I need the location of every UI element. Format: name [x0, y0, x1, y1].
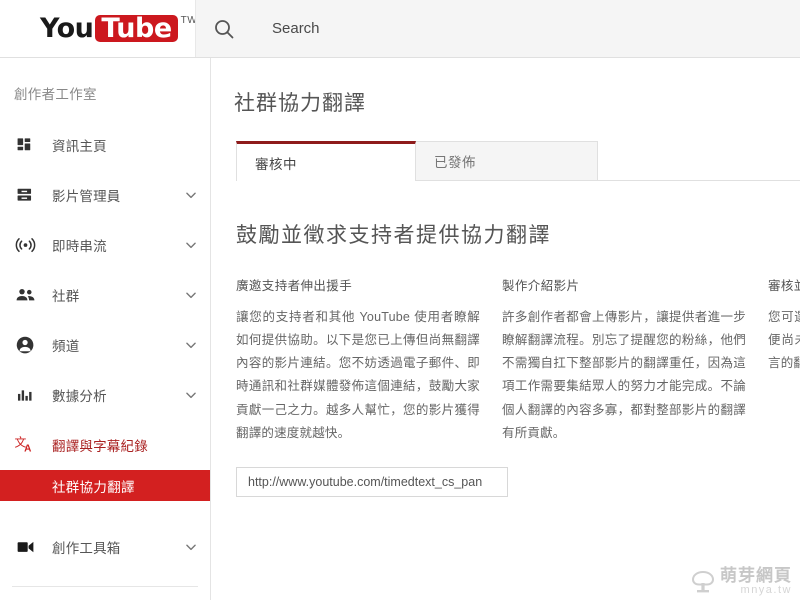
column-body: 您可選擇自動發佈通過審核的翻譯結果 (即便尚未達到您的標準)，為內容加上更多語言… — [768, 310, 800, 371]
sidebar-item-channel[interactable]: 頻道 — [0, 320, 210, 370]
tab-label: 已發佈 — [434, 155, 476, 170]
sidebar-item-label: 翻譯與字幕紀錄 — [52, 439, 148, 454]
column-title: 審核並發佈 — [768, 279, 800, 293]
live-stream-icon — [12, 232, 38, 258]
main-content: 社群協力翻譯 審核中 已發佈 鼓勵並徵求支持者提供協力翻譯 廣邀支持者伸出援手 … — [212, 58, 800, 600]
video-manager-icon — [12, 182, 38, 208]
chevron-down-icon[interactable] — [184, 540, 198, 554]
sidebar-item-label: 影片管理員 — [52, 189, 121, 204]
tab-label: 審核中 — [255, 156, 297, 172]
search-input[interactable]: Search — [272, 20, 320, 37]
logo-tube-text: Tube — [95, 15, 178, 42]
page-title: 社群協力翻譯 — [234, 92, 366, 115]
sidebar-item-label: 創作工具箱 — [52, 541, 121, 556]
sidebar-item-live-stream[interactable]: 即時串流 — [0, 220, 210, 270]
column-body: 許多創作者都會上傳影片，讓提供者進一步瞭解翻譯流程。別忘了提醒您的粉絲，他們不需… — [502, 310, 746, 440]
chevron-down-icon[interactable] — [184, 238, 198, 252]
top-bar: You Tube TW Search — [0, 0, 800, 58]
sidebar-item-dashboard[interactable]: 資訊主頁 — [0, 120, 210, 170]
sidebar-item-video-manager[interactable]: 影片管理員 — [0, 170, 210, 220]
info-columns: 廣邀支持者伸出援手 讓您的支持者和其他 YouTube 使用者瞭解如何提供協助。… — [236, 275, 800, 445]
search-icon[interactable] — [212, 17, 236, 41]
sidebar-divider — [12, 586, 198, 587]
share-url-value: http://www.youtube.com/timedtext_cs_pan — [248, 474, 483, 489]
sidebar-item-label: 社群 — [52, 289, 80, 304]
sidebar-item-creator-toolbox[interactable]: 創作工具箱 — [0, 522, 210, 572]
sidebar-item-label: 數據分析 — [52, 389, 107, 404]
chevron-down-icon[interactable] — [184, 388, 198, 402]
logo-you-text: You — [40, 13, 94, 44]
sidebar-item-analytics[interactable]: 數據分析 — [0, 370, 210, 420]
tab-bar: 審核中 已發佈 — [236, 141, 800, 181]
sidebar: 創作者工作室 資訊主頁 影片管理員 即時串流 社群 頻道 數據分析 文 A 翻譯… — [0, 58, 211, 600]
chevron-down-icon[interactable] — [184, 338, 198, 352]
sidebar-item-label: 即時串流 — [52, 239, 107, 254]
svg-text:A: A — [24, 443, 32, 454]
chevron-down-icon[interactable] — [184, 188, 198, 202]
youtube-creator-studio-page: You Tube TW Search 創作者工作室 資訊主頁 影片管理員 即時串… — [0, 0, 800, 600]
column-title: 製作介紹影片 — [502, 279, 580, 293]
info-column-recruit: 廣邀支持者伸出援手 讓您的支持者和其他 YouTube 使用者瞭解如何提供協助。… — [236, 275, 480, 445]
channel-icon — [12, 332, 38, 358]
sidebar-item-community[interactable]: 社群 — [0, 270, 210, 320]
column-title: 廣邀支持者伸出援手 — [236, 279, 353, 293]
sidebar-item-translations[interactable]: 文 A 翻譯與字幕紀錄 — [0, 420, 210, 470]
sidebar-item-label: 資訊主頁 — [52, 139, 107, 154]
creator-toolbox-icon — [12, 534, 38, 560]
chevron-down-icon[interactable] — [184, 288, 198, 302]
info-column-intro-video: 製作介紹影片 許多創作者都會上傳影片，讓提供者進一步瞭解翻譯流程。別忘了提醒您的… — [502, 275, 746, 445]
translate-icon: 文 A — [12, 432, 38, 458]
column-body: 讓您的支持者和其他 YouTube 使用者瞭解如何提供協助。以下是您已上傳但尚無… — [236, 310, 480, 440]
content-heading: 鼓勵並徵求支持者提供協力翻譯 — [236, 224, 551, 247]
community-icon — [12, 282, 38, 308]
creator-studio-label: 創作者工作室 — [14, 87, 97, 102]
sidebar-subitem-community-contributions[interactable]: 社群協力翻譯 — [0, 470, 210, 501]
sidebar-subitem-label: 社群協力翻譯 — [52, 479, 135, 495]
youtube-logo[interactable]: You Tube TW — [40, 15, 197, 42]
dashboard-icon — [12, 132, 38, 158]
share-url-input[interactable]: http://www.youtube.com/timedtext_cs_pan — [236, 466, 508, 497]
top-bar-left: You Tube TW — [0, 0, 197, 57]
tab-published[interactable]: 已發佈 — [415, 141, 598, 181]
search-bar[interactable]: Search — [195, 0, 800, 57]
analytics-icon — [12, 382, 38, 408]
sidebar-item-label: 頻道 — [52, 339, 80, 354]
info-column-review-publish: 審核並發佈 您可選擇自動發佈通過審核的翻譯結果 (即便尚未達到您的標準)，為內容… — [768, 275, 800, 445]
tab-in-review[interactable]: 審核中 — [236, 141, 416, 181]
